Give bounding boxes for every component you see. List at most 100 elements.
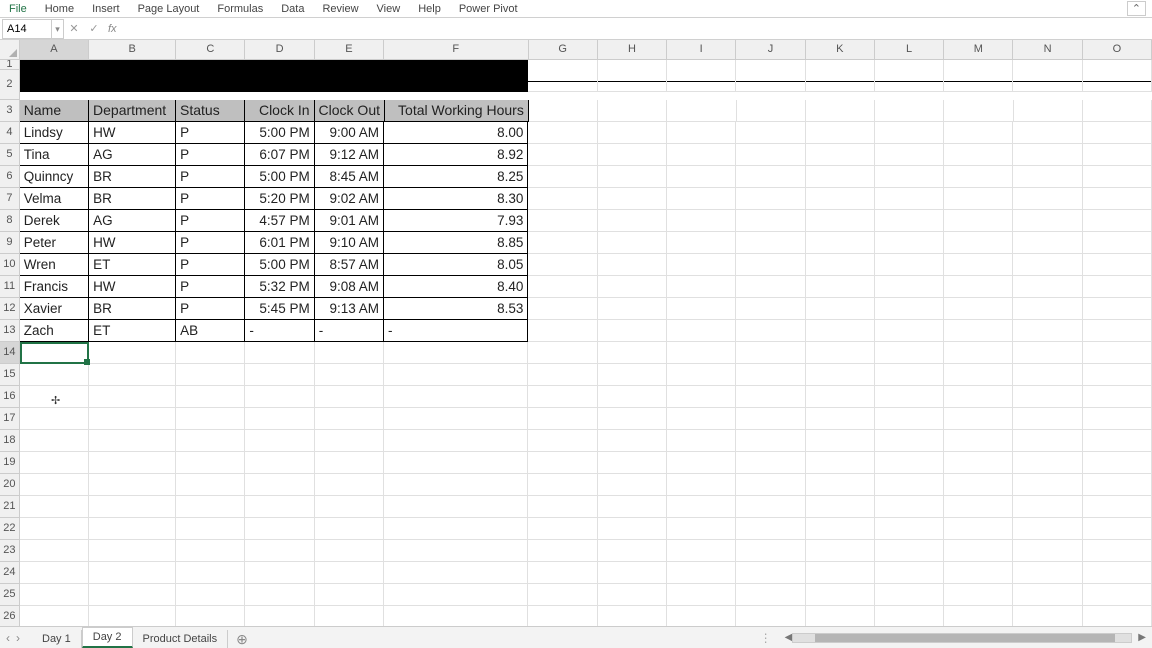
cell-clock-in[interactable]: 5:00 PM (245, 166, 314, 188)
cell-dept[interactable]: BR (89, 298, 176, 320)
cell[interactable] (875, 232, 944, 254)
cell[interactable] (598, 518, 667, 540)
cell-dept[interactable]: BR (89, 188, 176, 210)
row-header-11[interactable]: 11 (0, 276, 20, 298)
cell[interactable] (20, 364, 89, 386)
row-header-19[interactable]: 19 (0, 452, 20, 474)
select-all-corner[interactable] (0, 40, 20, 60)
col-header-L[interactable]: L (875, 40, 944, 60)
cell[interactable] (315, 408, 384, 430)
cell[interactable] (806, 342, 875, 364)
cell-clock-in[interactable]: 5:45 PM (245, 298, 314, 320)
cell[interactable] (736, 166, 805, 188)
cell[interactable] (598, 122, 667, 144)
cell[interactable] (176, 540, 245, 562)
cell[interactable] (875, 122, 944, 144)
title-cell[interactable]: Total Working Hours of Employees (20, 70, 89, 92)
cell[interactable] (315, 386, 384, 408)
cell[interactable] (598, 562, 667, 584)
cell[interactable] (384, 584, 528, 606)
cell[interactable] (384, 342, 528, 364)
cell[interactable] (1013, 540, 1082, 562)
cell[interactable] (806, 540, 875, 562)
cell[interactable] (737, 100, 806, 122)
cell[interactable] (667, 320, 736, 342)
cell[interactable] (176, 562, 245, 584)
cell-twh[interactable]: 8.85 (384, 232, 528, 254)
sheet-nav-prev-icon[interactable]: ‹ (6, 631, 10, 645)
cell[interactable] (384, 496, 528, 518)
cell[interactable] (736, 254, 805, 276)
cell[interactable] (89, 408, 176, 430)
cell[interactable] (944, 144, 1013, 166)
cell-clock-out[interactable]: 9:08 AM (315, 276, 384, 298)
cell[interactable] (89, 496, 176, 518)
cell[interactable] (1013, 232, 1082, 254)
cell[interactable] (875, 320, 944, 342)
cell[interactable] (89, 430, 176, 452)
cell[interactable] (245, 606, 314, 626)
cell-clock-in[interactable]: 6:01 PM (245, 232, 314, 254)
accept-formula-icon[interactable]: ✓ (84, 22, 104, 35)
cell[interactable] (89, 518, 176, 540)
cell[interactable] (944, 188, 1013, 210)
cell[interactable] (667, 408, 736, 430)
cell[interactable] (528, 298, 597, 320)
cell[interactable] (1083, 232, 1152, 254)
row-header-1[interactable]: 1 (0, 60, 20, 70)
cell[interactable] (875, 100, 944, 122)
cell[interactable] (1083, 100, 1152, 122)
cell[interactable] (20, 430, 89, 452)
header-twh[interactable]: Total Working Hours (385, 100, 529, 122)
cell[interactable] (20, 452, 89, 474)
row-header-20[interactable]: 20 (0, 474, 20, 496)
cell[interactable] (528, 452, 597, 474)
header-clock-in[interactable]: Clock In (245, 100, 314, 122)
col-header-I[interactable]: I (667, 40, 736, 60)
cell-clock-out[interactable]: 9:10 AM (315, 232, 384, 254)
cell[interactable] (384, 562, 528, 584)
cell[interactable] (89, 342, 176, 364)
cell[interactable] (598, 100, 667, 122)
cell-clock-in[interactable]: 5:32 PM (245, 276, 314, 298)
cell[interactable] (667, 496, 736, 518)
cell[interactable] (528, 342, 597, 364)
cell[interactable] (1083, 70, 1152, 92)
selected-cell-A14[interactable] (20, 342, 89, 364)
cell[interactable] (736, 386, 805, 408)
cell[interactable] (384, 452, 528, 474)
cell-status[interactable]: P (176, 166, 245, 188)
cell[interactable] (528, 276, 597, 298)
cell[interactable] (598, 188, 667, 210)
cell[interactable] (528, 474, 597, 496)
cell[interactable] (315, 342, 384, 364)
cell[interactable] (736, 144, 805, 166)
cell[interactable] (529, 100, 598, 122)
cell[interactable] (176, 452, 245, 474)
cell-twh[interactable]: 7.93 (384, 210, 528, 232)
cell-clock-in[interactable]: 5:20 PM (245, 188, 314, 210)
cell[interactable] (1013, 430, 1082, 452)
cell[interactable] (736, 342, 805, 364)
cell[interactable] (1083, 386, 1152, 408)
cell[interactable] (598, 452, 667, 474)
cell[interactable] (598, 254, 667, 276)
scroll-thumb[interactable] (815, 634, 1115, 642)
tab-formulas[interactable]: Formulas (208, 1, 272, 17)
cell[interactable] (598, 474, 667, 496)
cell[interactable] (315, 430, 384, 452)
cell[interactable] (806, 474, 875, 496)
cell[interactable] (315, 496, 384, 518)
cell[interactable] (736, 562, 805, 584)
cell[interactable] (1013, 276, 1082, 298)
scroll-left-icon[interactable]: ◀ (785, 632, 793, 643)
cell[interactable] (875, 254, 944, 276)
cell[interactable] (528, 606, 597, 626)
cell-clock-out[interactable]: 9:00 AM (315, 122, 384, 144)
cell[interactable] (89, 474, 176, 496)
cell[interactable] (1083, 298, 1152, 320)
cell[interactable] (736, 606, 805, 626)
cell[interactable] (806, 100, 875, 122)
cell[interactable] (176, 518, 245, 540)
cell-dept[interactable]: BR (89, 166, 176, 188)
